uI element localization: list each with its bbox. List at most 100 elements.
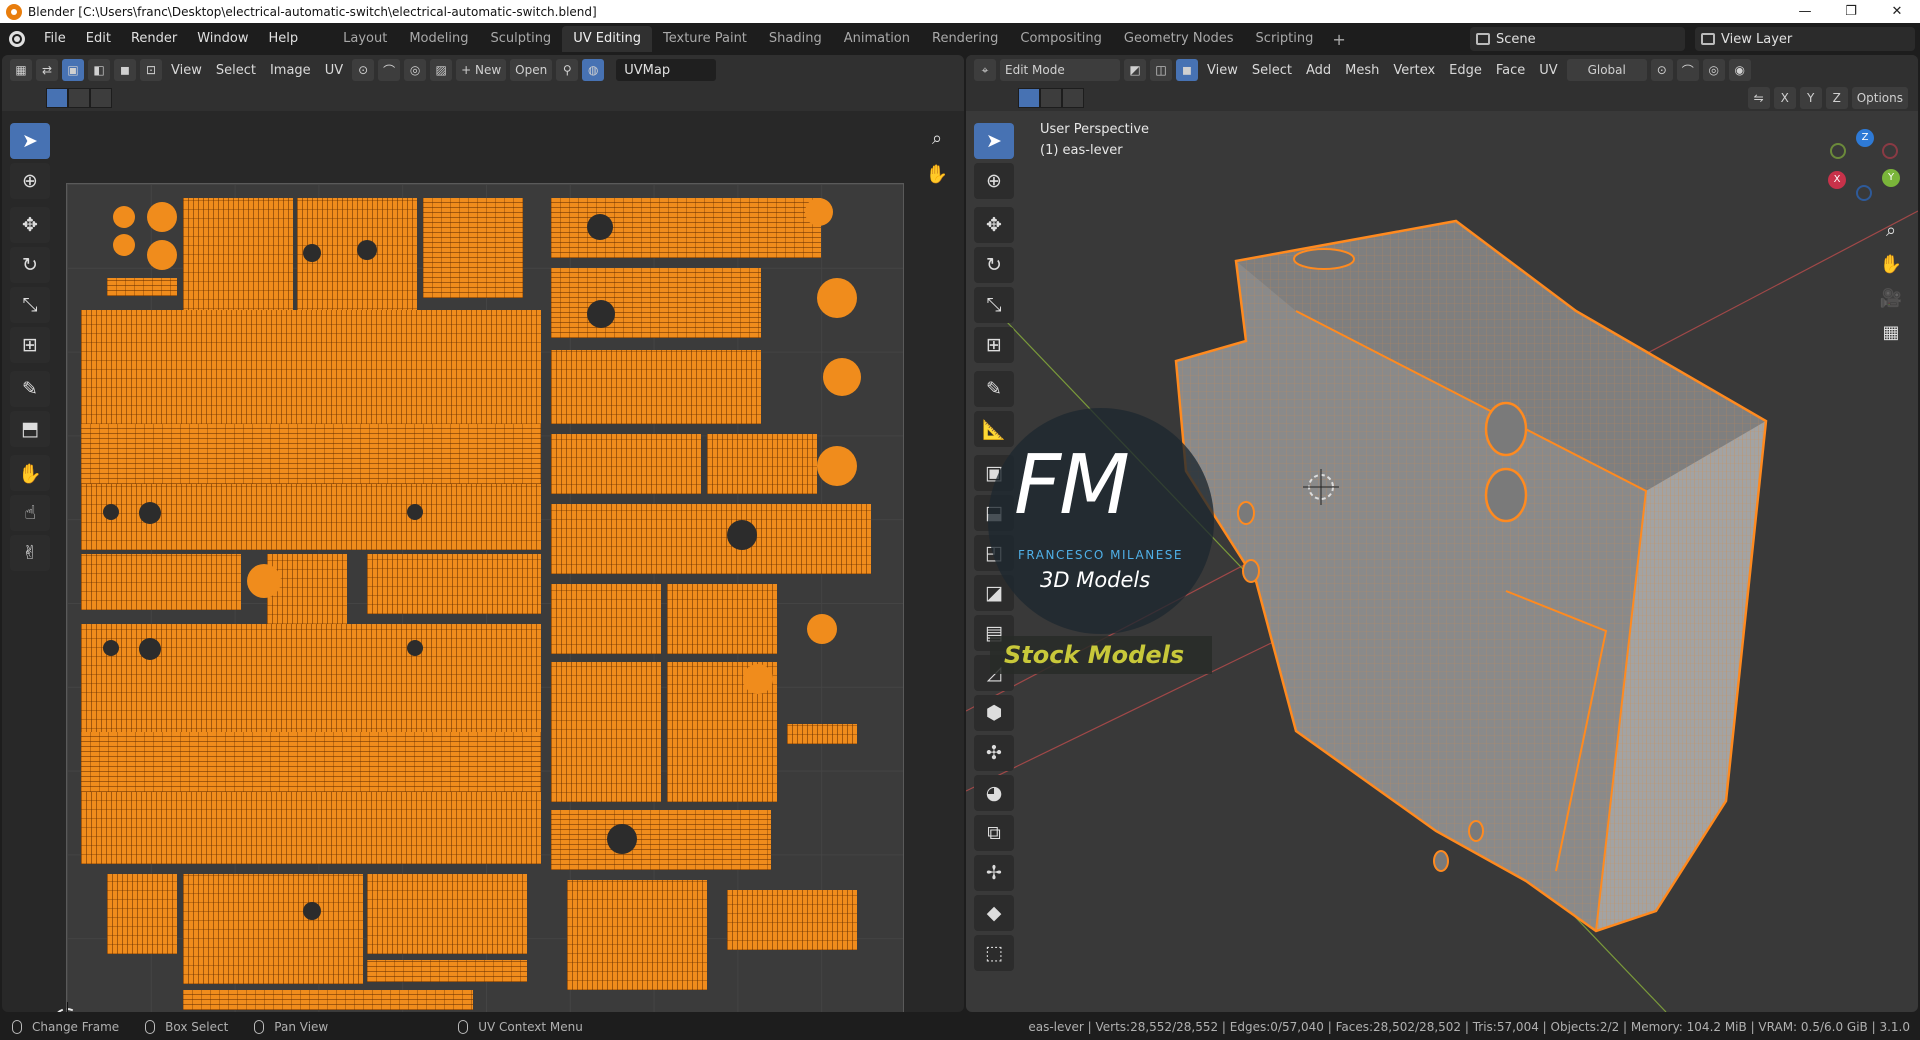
gizmo-y[interactable]: Y — [1882, 169, 1900, 187]
vp-move-icon[interactable]: ✥ — [974, 207, 1014, 243]
tab-animation[interactable]: Animation — [833, 26, 921, 52]
blender-menu-icon[interactable] — [0, 23, 34, 55]
sync-selection-icon[interactable]: ⇄ — [36, 59, 58, 81]
pinch-tool-icon[interactable]: ✌ — [10, 535, 50, 571]
open-image-button[interactable]: Open — [510, 59, 553, 81]
zoom-icon[interactable]: ⌕ — [922, 123, 952, 153]
new-image-button[interactable]: + New — [456, 59, 507, 81]
pivot-icon[interactable]: ⊙ — [352, 59, 375, 81]
orientation-dropdown[interactable]: Global — [1566, 59, 1647, 81]
perspective-toggle-icon[interactable]: ▦ — [1876, 317, 1906, 347]
transform-tool-icon[interactable]: ⊞ — [10, 327, 50, 363]
camera-view-icon[interactable]: 🎥 — [1876, 283, 1906, 313]
editor-type-icon[interactable]: ▦ — [10, 59, 32, 81]
menu-file[interactable]: File — [34, 23, 76, 55]
add-workspace-icon[interactable]: + — [1324, 30, 1353, 49]
vp-transform-icon[interactable]: ⊞ — [974, 327, 1014, 363]
scale-tool-icon[interactable]: ⤡ — [10, 287, 50, 323]
tab-uv-editing[interactable]: UV Editing — [562, 26, 653, 52]
tab-texture-paint[interactable]: Texture Paint — [652, 26, 758, 52]
vp-menu-mesh[interactable]: Mesh — [1338, 63, 1386, 78]
vp-rip-icon[interactable]: ⬚ — [974, 935, 1014, 971]
vp-menu-vertex[interactable]: Vertex — [1386, 63, 1442, 78]
vp-select-subtract-icon[interactable] — [1062, 88, 1084, 108]
tab-rendering[interactable]: Rendering — [921, 26, 1009, 52]
tab-sculpting[interactable]: Sculpting — [479, 26, 562, 52]
menu-edit[interactable]: Edit — [76, 23, 121, 55]
vp-annotate-icon[interactable]: ✎ — [974, 371, 1014, 407]
vp-zoom-icon[interactable]: ⌕ — [1876, 215, 1906, 245]
face-select-icon[interactable]: ◼ — [114, 59, 136, 81]
uv-menu-image[interactable]: Image — [263, 63, 318, 78]
uv-menu-view[interactable]: View — [164, 63, 209, 78]
vp-measure-icon[interactable]: 📐 — [974, 411, 1014, 447]
scene-selector[interactable]: Scene — [1470, 27, 1685, 51]
axis-x-toggle[interactable]: X — [1773, 87, 1796, 109]
view-layer-selector[interactable]: View Layer — [1695, 27, 1915, 51]
select-box-tool-icon[interactable]: ➤ — [10, 123, 50, 159]
rip-region-tool-icon[interactable]: ⬒ — [10, 411, 50, 447]
select-subtract-icon[interactable] — [90, 88, 112, 108]
vp-smooth-icon[interactable]: ◕ — [974, 775, 1014, 811]
snap-icon[interactable]: ⌒ — [378, 59, 401, 81]
gizmo-neg-y[interactable] — [1830, 143, 1846, 159]
tab-scripting[interactable]: Scripting — [1245, 26, 1325, 52]
vp-shrink-icon[interactable]: ✢ — [974, 855, 1014, 891]
annotate-tool-icon[interactable]: ✎ — [10, 371, 50, 407]
gizmo-z[interactable]: Z — [1856, 129, 1874, 147]
cursor-tool-icon[interactable]: ⊕ — [10, 163, 50, 199]
tab-modeling[interactable]: Modeling — [398, 26, 479, 52]
vp-cursor-icon[interactable]: ⊕ — [974, 163, 1014, 199]
vp-scale-icon[interactable]: ⤡ — [974, 287, 1014, 323]
vp-menu-face[interactable]: Face — [1489, 63, 1532, 78]
vp-select-new-icon[interactable] — [1018, 88, 1040, 108]
vertex-mode-icon[interactable]: ◩ — [1124, 59, 1146, 81]
overlay-icon[interactable]: ◍ — [582, 59, 605, 81]
vp-poly-build-icon[interactable]: ⬢ — [974, 695, 1014, 731]
proportional-icon[interactable]: ◎ — [404, 59, 427, 81]
uv-menu-select[interactable]: Select — [209, 63, 263, 78]
gizmo-x[interactable]: X — [1828, 171, 1846, 189]
vp-edge-slide-icon[interactable]: ⧉ — [974, 815, 1014, 851]
maximize-button[interactable]: ❐ — [1828, 0, 1874, 23]
proportional-edit-icon[interactable]: ◎ — [1702, 59, 1725, 81]
pivot-point-icon[interactable]: ⊙ — [1650, 59, 1673, 81]
vp-shear-icon[interactable]: ◆ — [974, 895, 1014, 931]
viewport-editor-type-icon[interactable]: ⌖ — [974, 59, 996, 81]
pin-icon[interactable]: ⚲ — [556, 59, 579, 81]
vp-menu-uv[interactable]: UV — [1532, 63, 1564, 78]
menu-window[interactable]: Window — [187, 23, 258, 55]
uv-canvas[interactable] — [53, 183, 904, 1012]
move-tool-icon[interactable]: ✥ — [10, 207, 50, 243]
relax-tool-icon[interactable]: ☝ — [10, 495, 50, 531]
tab-compositing[interactable]: Compositing — [1009, 26, 1113, 52]
vp-pan-icon[interactable]: ✋ — [1876, 249, 1906, 279]
vp-menu-select[interactable]: Select — [1245, 63, 1299, 78]
close-button[interactable]: ✕ — [1874, 0, 1920, 23]
vertex-select-icon[interactable]: ▣ — [62, 59, 84, 81]
vp-rotate-icon[interactable]: ↻ — [974, 247, 1014, 283]
grab-tool-icon[interactable]: ✋ — [10, 455, 50, 491]
tab-geometry-nodes[interactable]: Geometry Nodes — [1113, 26, 1245, 52]
minimize-button[interactable]: — — [1782, 0, 1828, 23]
mirror-icon[interactable]: ⇋ — [1747, 87, 1770, 109]
face-mode-icon[interactable]: ◼ — [1176, 59, 1198, 81]
tab-shading[interactable]: Shading — [758, 26, 833, 52]
menu-render[interactable]: Render — [121, 23, 187, 55]
mode-dropdown[interactable]: Edit Mode — [1000, 59, 1120, 81]
axis-y-toggle[interactable]: Y — [1799, 87, 1822, 109]
axis-z-toggle[interactable]: Z — [1825, 87, 1848, 109]
sticky-select-icon[interactable]: ⊡ — [140, 59, 162, 81]
edge-mode-icon[interactable]: ◫ — [1150, 59, 1172, 81]
gizmo-neg-z[interactable] — [1856, 185, 1872, 201]
gizmo-neg-x[interactable] — [1882, 143, 1898, 159]
visibility-icon[interactable]: ◉ — [1728, 59, 1751, 81]
image-browse-icon[interactable]: ▨ — [430, 59, 453, 81]
vp-spin-icon[interactable]: ✣ — [974, 735, 1014, 771]
navigation-gizmo[interactable]: Z Y X — [1826, 129, 1906, 209]
vp-menu-add[interactable]: Add — [1299, 63, 1338, 78]
rotate-tool-icon[interactable]: ↻ — [10, 247, 50, 283]
tab-layout[interactable]: Layout — [332, 26, 398, 52]
options-dropdown[interactable]: Options — [1851, 87, 1908, 109]
select-new-icon[interactable] — [46, 88, 68, 108]
